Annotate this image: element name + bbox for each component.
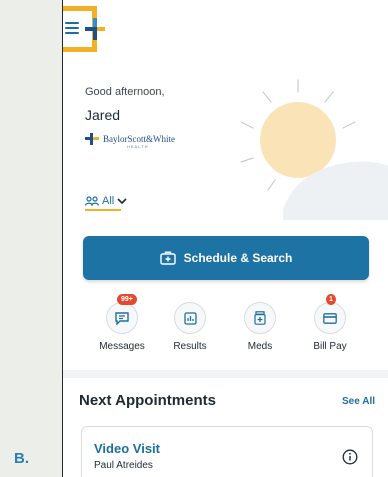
results-label: Results bbox=[173, 341, 207, 352]
user-name: Jared bbox=[85, 107, 121, 123]
quick-action-results[interactable]: Results bbox=[155, 302, 225, 352]
phone-screen: Good afternoon, Jared BaylorScott&White … bbox=[62, 0, 388, 477]
chevron-down-icon bbox=[117, 198, 127, 205]
meds-icon-circle bbox=[244, 302, 276, 334]
filter-label: All bbox=[102, 195, 115, 207]
greeting-text: Good afternoon, bbox=[85, 86, 165, 98]
family-filter-dropdown[interactable]: All bbox=[85, 195, 127, 211]
brand-cross-icon bbox=[85, 133, 99, 145]
meds-label: Meds bbox=[247, 341, 273, 352]
results-icon-circle bbox=[174, 302, 206, 334]
brand-name: BaylorScott&White bbox=[103, 134, 175, 144]
pill-bottle-icon bbox=[254, 311, 266, 325]
medical-bag-icon bbox=[159, 251, 176, 265]
appointment-card[interactable]: Video Visit Paul Atreides bbox=[81, 426, 373, 477]
panel-label: B. bbox=[14, 450, 29, 467]
brand-subtitle: HEALTH bbox=[127, 144, 149, 149]
section-divider bbox=[63, 370, 388, 378]
bill-pay-label: Bill Pay bbox=[313, 341, 347, 352]
filter-underline bbox=[85, 209, 121, 211]
brand-logo: BaylorScott&White HEALTH bbox=[85, 133, 175, 149]
messages-label: Messages bbox=[99, 341, 145, 352]
hamburger-menu-icon[interactable] bbox=[65, 22, 79, 34]
see-all-link[interactable]: See All bbox=[342, 396, 375, 407]
appointment-provider: Paul Atreides bbox=[94, 460, 153, 471]
quick-action-meds[interactable]: Meds bbox=[225, 302, 295, 352]
credit-card-icon bbox=[323, 312, 337, 324]
sun-illustration bbox=[240, 79, 388, 220]
appointment-title: Video Visit bbox=[94, 441, 160, 456]
info-icon[interactable] bbox=[342, 449, 358, 465]
chart-icon bbox=[183, 311, 197, 325]
schedule-search-label: Schedule & Search bbox=[183, 251, 293, 265]
people-icon bbox=[85, 196, 99, 206]
message-icon bbox=[115, 311, 129, 325]
bill-pay-icon-circle: 1 bbox=[314, 294, 346, 334]
quick-action-bill-pay[interactable]: 1 Bill Pay bbox=[295, 294, 365, 352]
app-logo-icon bbox=[85, 18, 105, 40]
appointments-title: Next Appointments bbox=[79, 392, 216, 409]
schedule-search-button[interactable]: Schedule & Search bbox=[83, 236, 369, 280]
quick-action-messages[interactable]: 99+ Messages bbox=[87, 294, 157, 352]
messages-icon-circle: 99+ bbox=[106, 294, 138, 334]
messages-badge: 99+ bbox=[117, 294, 137, 305]
top-bar bbox=[63, 0, 388, 60]
bill-pay-badge: 1 bbox=[326, 294, 336, 305]
greeting-hero: Good afternoon, Jared BaylorScott&White … bbox=[63, 60, 388, 260]
